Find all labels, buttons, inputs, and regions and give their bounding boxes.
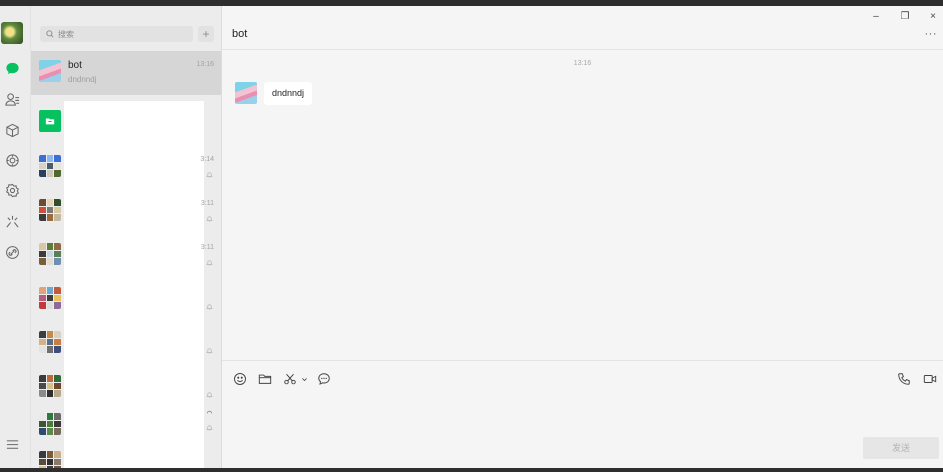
- sparkle-icon[interactable]: [4, 213, 21, 230]
- chat-list-item-bot[interactable]: bot dndnndj 13:16: [31, 51, 221, 95]
- search-input[interactable]: 搜索: [40, 26, 193, 42]
- chat-list-item[interactable]: 3:11: [31, 234, 221, 278]
- chat-history-icon[interactable]: [316, 371, 332, 387]
- search-placeholder: 搜索: [58, 29, 74, 39]
- box-icon[interactable]: [4, 122, 21, 139]
- chat-item-time: 3:14: [200, 156, 214, 163]
- search-icon: [46, 30, 54, 38]
- conversation-title: bot: [232, 28, 248, 40]
- emoji-icon[interactable]: [232, 371, 248, 387]
- chat-list-item[interactable]: [31, 101, 221, 145]
- link-icon[interactable]: [4, 244, 21, 261]
- sender-avatar[interactable]: [235, 82, 257, 104]
- more-options-button[interactable]: ···: [925, 28, 938, 40]
- menu-icon[interactable]: [4, 436, 21, 453]
- chat-item-time: 13:16: [196, 61, 214, 68]
- scissors-icon[interactable]: [282, 371, 298, 387]
- mute-bell-icon: [206, 392, 213, 398]
- loading-icon: [206, 410, 213, 414]
- conversation-header: bot – ❐ × ···: [222, 6, 943, 50]
- group-avatar: [39, 331, 61, 353]
- chat-item-title: bot: [68, 60, 82, 71]
- chat-item-preview: dndnndj: [68, 75, 97, 84]
- contacts-icon[interactable]: [4, 91, 21, 108]
- mute-bell-icon: [206, 172, 213, 178]
- folder-icon[interactable]: [257, 371, 273, 387]
- user-avatar[interactable]: [1, 22, 23, 44]
- message-timestamp: 13:16: [573, 60, 592, 67]
- chat-list-item[interactable]: [31, 278, 221, 322]
- group-avatar: [39, 375, 61, 397]
- chat-list-item[interactable]: [31, 442, 221, 468]
- chevron-down-icon[interactable]: [299, 371, 309, 387]
- add-chat-button[interactable]: +: [198, 26, 214, 42]
- mute-bell-icon: [206, 304, 213, 310]
- group-avatar: [39, 199, 61, 221]
- chat-item-time: 3:11: [200, 244, 214, 251]
- chat-list-item[interactable]: 3:14: [31, 146, 221, 190]
- chat-list-item[interactable]: 3:11: [31, 190, 221, 234]
- app-window: 搜索 + bot dndnndj 13:16 3:14 3:11 3:11 bo…: [0, 6, 943, 468]
- bot-avatar: [39, 60, 61, 82]
- group-avatar: [39, 287, 61, 309]
- chat-list-panel: 搜索 + bot dndnndj 13:16 3:14 3:11 3:11: [31, 6, 222, 468]
- group-avatar: [39, 413, 61, 435]
- chat-bubble-icon[interactable]: [4, 60, 21, 77]
- mute-bell-icon: [206, 348, 213, 354]
- folder-icon: [39, 110, 61, 132]
- conversation-pane: bot – ❐ × ··· 13:16 dndnndj 发送: [222, 6, 943, 468]
- mute-bell-icon: [206, 260, 213, 266]
- send-button[interactable]: 发送: [863, 437, 939, 459]
- plugin-gear-icon[interactable]: [4, 182, 21, 199]
- settings-gear-icon[interactable]: [4, 152, 21, 169]
- group-avatar: [39, 155, 61, 177]
- nav-rail: [0, 6, 31, 468]
- mute-bell-icon: [206, 216, 213, 222]
- phone-call-icon[interactable]: [896, 371, 912, 387]
- mute-bell-icon: [206, 425, 213, 431]
- group-avatar: [39, 451, 61, 468]
- message-bubble[interactable]: dndnndj: [264, 82, 313, 105]
- group-avatar: [39, 243, 61, 265]
- close-button[interactable]: ×: [926, 10, 940, 24]
- restore-button[interactable]: ❐: [898, 10, 912, 24]
- chat-item-time: 3:11: [200, 200, 214, 207]
- message-composer: 发送: [222, 360, 943, 468]
- chat-list-item[interactable]: [31, 322, 221, 366]
- minimize-button[interactable]: –: [869, 10, 883, 24]
- video-call-icon[interactable]: [922, 371, 938, 387]
